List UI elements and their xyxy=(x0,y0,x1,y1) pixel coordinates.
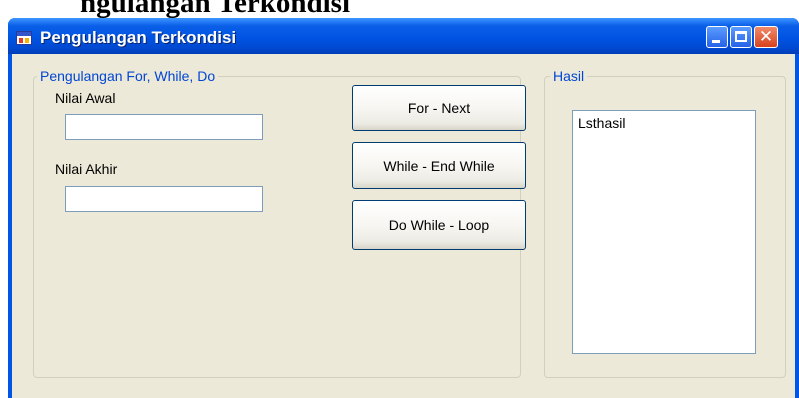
maximize-button[interactable] xyxy=(730,26,752,48)
while-end-while-button[interactable]: While - End While xyxy=(352,142,526,189)
close-button[interactable]: ✕ xyxy=(754,26,778,48)
close-icon: ✕ xyxy=(758,27,774,47)
form-client-area: Pengulangan For, While, Do Nilai Awal Ni… xyxy=(12,54,795,398)
hasil-groupbox: Hasil Lsthasil xyxy=(544,68,786,378)
for-next-button[interactable]: For - Next xyxy=(352,85,526,131)
nilai-awal-label: Nilai Awal xyxy=(55,90,116,106)
loop-groupbox: Pengulangan For, While, Do Nilai Awal Ni… xyxy=(33,68,526,378)
document-heading-text: ngulangan Terkondisi xyxy=(80,0,351,19)
loop-groupbox-legend: Pengulangan For, While, Do xyxy=(37,68,219,84)
hasil-listbox[interactable]: Lsthasil xyxy=(572,110,756,354)
window-title: Pengulangan Terkondisi xyxy=(40,28,237,47)
app-form-icon[interactable] xyxy=(16,31,32,45)
maximize-icon xyxy=(735,31,747,42)
app-window: Pengulangan Terkondisi ✕ Pengulangan For… xyxy=(8,18,799,398)
do-while-loop-button[interactable]: Do While - Loop xyxy=(352,200,526,250)
nilai-akhir-label: Nilai Akhir xyxy=(55,161,118,177)
list-item[interactable]: Lsthasil xyxy=(578,115,625,131)
hasil-groupbox-legend: Hasil xyxy=(550,68,588,84)
nilai-awal-input[interactable] xyxy=(65,114,263,140)
minimize-icon xyxy=(712,40,720,43)
minimize-button[interactable] xyxy=(706,26,728,48)
nilai-akhir-input[interactable] xyxy=(65,186,263,212)
title-bar[interactable]: Pengulangan Terkondisi ✕ xyxy=(8,18,799,54)
